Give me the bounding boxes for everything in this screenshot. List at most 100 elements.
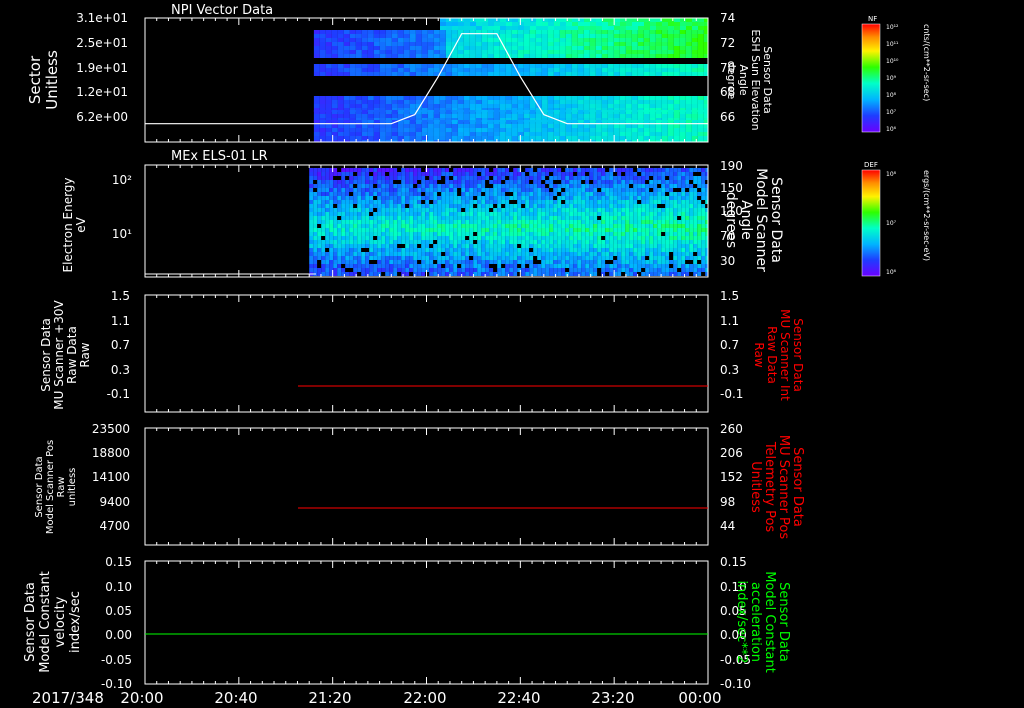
panel-model-constant: 0.15 0.10 0.05 0.00 -0.05 -0.10 0.15 0.1… [23, 555, 791, 691]
spectrogram-cell [517, 188, 522, 192]
spectrogram-cell [649, 132, 656, 136]
spectrogram-cell [373, 128, 380, 132]
spectrogram-cell [541, 240, 546, 244]
spectrogram-cell [693, 244, 698, 248]
spectrogram-cell [501, 264, 506, 268]
spectrogram-cell [617, 220, 622, 224]
spectrogram-cell [488, 22, 494, 26]
spectrogram-cell [473, 188, 478, 192]
spectrogram-cell [505, 264, 510, 268]
spectrogram-cell [693, 240, 698, 244]
spectrogram-cell [703, 104, 708, 108]
spectrogram-cell [513, 260, 518, 264]
spectrogram-cell [475, 128, 482, 132]
spectrogram-cell [425, 256, 430, 260]
spectrogram-cell [619, 54, 626, 58]
spectrogram-cell [511, 110, 518, 114]
spectrogram-cell [497, 216, 502, 220]
spectrogram-cell [637, 204, 642, 208]
spectrogram-cell [373, 196, 378, 200]
spectrogram-cell [689, 220, 694, 224]
spectrogram-cell [629, 176, 634, 180]
spectrogram-cell [445, 64, 452, 68]
spectrogram-cell [521, 216, 526, 220]
spectrogram-cell [523, 46, 530, 50]
spectrogram-cell [379, 96, 386, 100]
spectrogram-cell [381, 168, 386, 172]
spectrogram-cell [607, 124, 614, 128]
spectrogram-cell [401, 180, 406, 184]
spectrogram-cell [513, 200, 518, 204]
spectrogram-cell [485, 212, 490, 216]
spectrogram-cell [597, 240, 602, 244]
spectrogram-cell [601, 180, 606, 184]
spectrogram-cell [393, 196, 398, 200]
spectrogram-cell [499, 136, 506, 140]
spectrogram-cell [625, 208, 630, 212]
spectrogram-cell [349, 200, 354, 204]
spectrogram-cell [673, 72, 680, 76]
spectrogram-cell [529, 110, 536, 114]
spectrogram-cell [553, 268, 558, 272]
spectrogram-cell [525, 220, 530, 224]
spectrogram-cell [397, 38, 404, 42]
spectrogram-cell [601, 248, 606, 252]
spectrogram-cell [481, 50, 488, 54]
spectrogram-cell [629, 248, 634, 252]
spectrogram-cell [465, 240, 470, 244]
panel1-ytick: 1.9e+01 [76, 61, 128, 75]
spectrogram-cell [625, 176, 630, 180]
spectrogram-cell [693, 252, 698, 256]
spectrogram-cell [619, 100, 626, 104]
spectrogram-cell [317, 216, 322, 220]
spectrogram-cell [397, 180, 402, 184]
spectrogram-cell [581, 224, 586, 228]
spectrogram-cell [518, 18, 524, 22]
spectrogram-cell [693, 184, 698, 188]
spectrogram-cell [485, 184, 490, 188]
spectrogram-cell [403, 34, 410, 38]
spectrogram-cell [361, 64, 368, 68]
spectrogram-cell [425, 224, 430, 228]
spectrogram-cell [349, 124, 356, 128]
spectrogram-cell [657, 204, 662, 208]
spectrogram-cell [681, 196, 686, 200]
spectrogram-cell [325, 192, 330, 196]
spectrogram-cell [325, 30, 332, 34]
spectrogram-cell [505, 228, 510, 232]
spectrogram-cell [409, 240, 414, 244]
spectrogram-cell [500, 22, 506, 26]
spectrogram-cell [697, 50, 704, 54]
spectrogram-cell [421, 216, 426, 220]
svg-text:Raw: Raw [78, 342, 92, 367]
spectrogram-cell [476, 18, 482, 22]
spectrogram-cell [465, 260, 470, 264]
spectrogram-cell [669, 264, 674, 268]
spectrogram-cell [667, 30, 674, 34]
spectrogram-cell [705, 268, 708, 272]
spectrogram-cell [701, 268, 706, 272]
spectrogram-cell [369, 272, 374, 276]
spectrogram-cell [481, 260, 486, 264]
spectrogram-cell [353, 196, 358, 200]
panel3-ytick: 0.7 [111, 338, 130, 352]
spectrogram-cell [325, 124, 332, 128]
spectrogram-cell [393, 184, 398, 188]
spectrogram-cell [463, 50, 470, 54]
spectrogram-cell [585, 200, 590, 204]
spectrogram-cell [349, 224, 354, 228]
spectrogram-cell [429, 272, 434, 276]
spectrogram-cell [667, 46, 674, 50]
spectrogram-cell [413, 172, 418, 176]
spectrogram-cell [697, 256, 702, 260]
spectrogram-cell [605, 200, 610, 204]
spectrogram-cell [317, 252, 322, 256]
spectrogram-cell [613, 240, 618, 244]
spectrogram-cell [621, 196, 626, 200]
spectrogram-cell [357, 248, 362, 252]
spectrogram-cell [457, 184, 462, 188]
spectrogram-cell [482, 22, 488, 26]
spectrogram-cell [701, 180, 706, 184]
spectrogram-cell [637, 34, 644, 38]
spectrogram-cell [475, 72, 482, 76]
